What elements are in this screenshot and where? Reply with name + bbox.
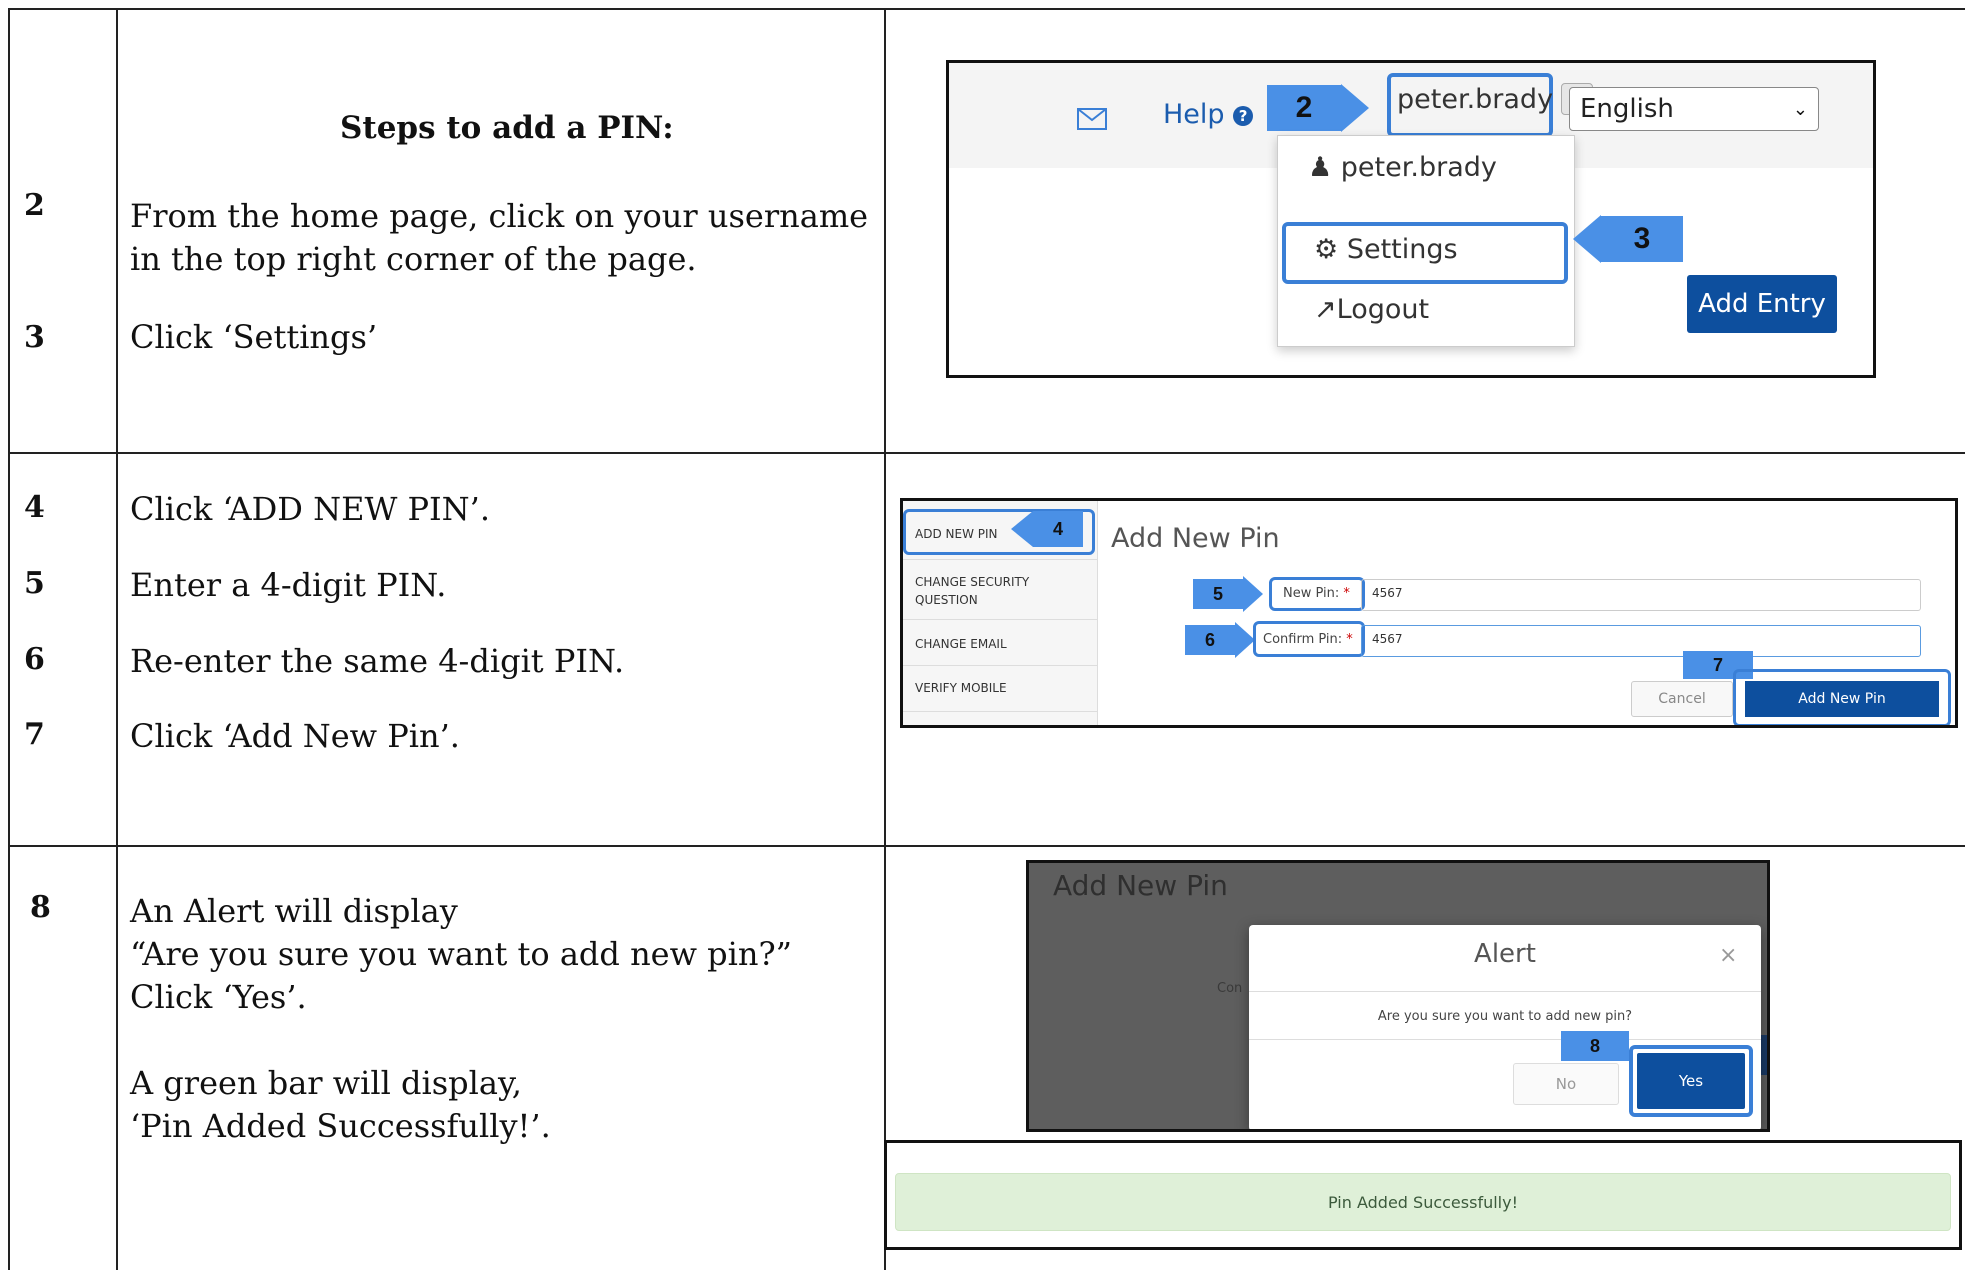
background-form-title: Add New Pin <box>1053 869 1228 902</box>
table-border-top <box>8 8 1965 10</box>
callout-arrow <box>1011 511 1033 547</box>
alert-question-line: “Are you sure you want to add new pin?” <box>130 935 793 973</box>
step-text: Click ‘Add New Pin’. <box>130 717 460 755</box>
callout-arrow <box>1235 622 1255 658</box>
step-number: 6 <box>24 642 45 677</box>
cancel-button[interactable]: Cancel <box>1631 681 1733 717</box>
step-number: 2 <box>24 188 45 223</box>
step-text: Click ‘Settings’ <box>130 318 378 356</box>
sidebar-item-change-security-question[interactable]: CHANGE SECURITY QUESTION <box>915 573 1045 609</box>
table-col-divider-2 <box>884 8 886 1270</box>
new-pin-value: 4567 <box>1372 586 1403 600</box>
menu-item-settings[interactable]: ⚙ Settings <box>1314 234 1458 265</box>
callout-arrow <box>1243 576 1263 612</box>
screenshot-success-bar: Pin Added Successfully! <box>884 1140 1962 1250</box>
envelope-icon[interactable] <box>1077 108 1107 134</box>
step-text: Click ‘ADD NEW PIN’. <box>130 490 491 528</box>
alert-title: Alert <box>1474 939 1536 969</box>
user-dropdown-menu: ♟ peter.brady ⚙ Settings ↗Logout <box>1277 135 1575 347</box>
gears-icon: ⚙ <box>1314 234 1339 265</box>
callout-step-4: 4 <box>1033 511 1083 547</box>
question-circle-icon: ? <box>1233 105 1254 126</box>
language-select[interactable]: English ⌄ <box>1569 87 1819 131</box>
sidebar-divider <box>903 559 1097 560</box>
table-border-left <box>8 8 10 1270</box>
step-number: 7 <box>24 717 45 752</box>
green-bar-line: A green bar will display, <box>130 1064 522 1102</box>
step-text: From the home page, click on your userna… <box>130 197 869 278</box>
modal-divider <box>1249 991 1761 992</box>
callout-step-2: 2 <box>1267 85 1341 131</box>
add-entry-button[interactable]: Add Entry <box>1687 275 1837 333</box>
table-row-divider-1 <box>8 452 1965 454</box>
section-heading: Steps to add a PIN: <box>340 110 674 146</box>
username-button[interactable]: peter.brady ♟ <box>1397 83 1594 115</box>
yes-button[interactable]: Yes <box>1637 1053 1745 1109</box>
screenshot-add-pin-form: ADD NEW PIN CHANGE SECURITY QUESTION CHA… <box>900 498 1958 728</box>
required-mark: * <box>1346 632 1353 647</box>
step-text: Re-enter the same 4-digit PIN. <box>130 642 625 680</box>
close-icon[interactable]: × <box>1719 943 1737 968</box>
background-label-fragment: Con <box>1217 981 1243 996</box>
step-text: Enter a 4-digit PIN. <box>130 566 447 604</box>
menu-settings-label: Settings <box>1346 234 1458 265</box>
table-row-divider-2 <box>8 845 1965 847</box>
share-icon: ↗ <box>1314 294 1337 325</box>
step-number: 8 <box>30 890 51 925</box>
add-new-pin-button[interactable]: Add New Pin <box>1745 681 1939 717</box>
step-number: 4 <box>24 490 45 525</box>
callout-arrow <box>1573 215 1601 263</box>
callout-step-3: 3 <box>1601 216 1683 262</box>
callout-step-5: 5 <box>1193 579 1243 609</box>
new-pin-label: New Pin: * <box>1283 586 1350 601</box>
chevron-down-icon: ⌄ <box>1792 98 1808 120</box>
sidebar-item-change-email[interactable]: CHANGE EMAIL <box>915 637 1007 651</box>
table-col-divider-1 <box>116 8 118 1270</box>
sidebar-divider <box>903 665 1097 666</box>
confirm-pin-input[interactable]: 4567 <box>1361 625 1921 657</box>
new-pin-input[interactable]: 4567 <box>1361 579 1921 611</box>
confirm-pin-label: Confirm Pin: * <box>1263 632 1353 647</box>
callout-step-6: 6 <box>1185 625 1235 655</box>
menu-logout-label: Logout <box>1336 294 1430 325</box>
sidebar-divider <box>903 619 1097 620</box>
screenshot-alert-dialog: Add New Pin Con Alert × Are you sure you… <box>1026 860 1770 1132</box>
required-mark: * <box>1343 586 1350 601</box>
alert-message: Are you sure you want to add new pin? <box>1377 1009 1633 1024</box>
menu-item-profile[interactable]: ♟ peter.brady <box>1308 152 1497 183</box>
confirm-pin-value: 4567 <box>1372 632 1403 646</box>
success-message: Pin Added Successfully! <box>1328 1192 1518 1212</box>
alert-intro-line: An Alert will display <box>130 892 458 930</box>
step-text-alert: An Alert will display “Are you sure you … <box>130 890 870 1148</box>
confirm-pin-label-text: Confirm Pin: <box>1263 632 1343 647</box>
screenshot-header-menu: Help ? 2 peter.brady ♟ English ⌄ ♟ peter… <box>946 60 1876 378</box>
success-message-line: ‘Pin Added Successfully!’. <box>130 1107 551 1145</box>
help-link[interactable]: Help ? <box>1163 99 1254 130</box>
alert-modal: Alert × Are you sure you want to add new… <box>1249 925 1761 1129</box>
callout-arrow <box>1341 84 1369 132</box>
language-value: English <box>1580 94 1674 124</box>
success-alert: Pin Added Successfully! <box>895 1173 1951 1231</box>
sidebar-item-verify-mobile[interactable]: VERIFY MOBILE <box>915 681 1007 695</box>
step-number: 5 <box>24 566 45 601</box>
no-button[interactable]: No <box>1513 1063 1619 1105</box>
step-number: 3 <box>24 320 45 355</box>
menu-profile-label: peter.brady <box>1340 152 1497 183</box>
help-label: Help <box>1163 99 1225 130</box>
form-title: Add New Pin <box>1111 523 1280 554</box>
menu-item-logout[interactable]: ↗Logout <box>1314 294 1429 325</box>
new-pin-label-text: New Pin: <box>1283 586 1340 601</box>
callout-step-8: 8 <box>1561 1031 1629 1061</box>
username-label: peter.brady <box>1397 83 1554 115</box>
modal-divider <box>1249 1039 1761 1040</box>
alert-click-line: Click ‘Yes’. <box>130 978 307 1016</box>
sidebar-divider <box>903 711 1097 712</box>
